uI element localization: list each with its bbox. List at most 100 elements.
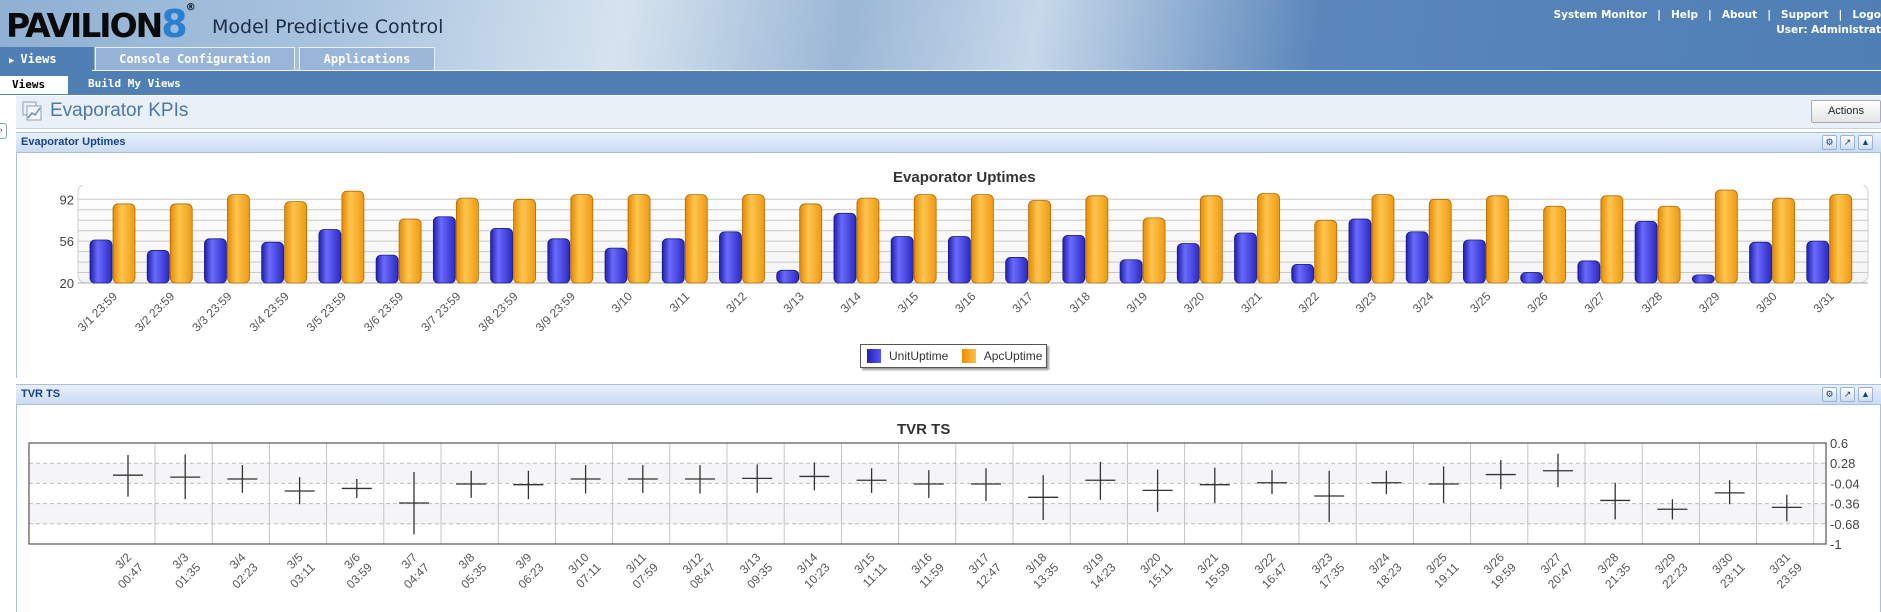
x-tick-label: 3/9 23:59 [533,289,579,335]
x-tick-label: 3/22 [1295,289,1322,316]
link-support[interactable]: Support [1781,9,1828,21]
subnav-build-my-views[interactable]: Build My Views [88,75,181,93]
actions-button[interactable]: Actions [1811,100,1881,123]
panel-header-tvr-ts: TVR TS ⚙ ↗ ▲ [16,384,1881,405]
link-help[interactable]: Help [1671,9,1698,21]
separator: | [1707,9,1712,21]
subnav-views[interactable]: Views [0,76,68,94]
bar-unituptime [719,231,742,284]
x-tick-label: 3/31 [1810,289,1837,316]
x-tick-label: 3/23 [1353,289,1380,316]
bar-apcuptime [1772,197,1795,284]
popout-icon[interactable]: ↗ [1840,387,1855,402]
bar-unituptime [1691,274,1715,284]
bar-unituptime [318,229,342,284]
bar-apcuptime [1829,194,1853,284]
bar-unituptime [833,212,857,284]
bar-unituptime [1749,241,1772,284]
sidebar-toggle[interactable]: › [0,123,7,139]
bar-unituptime [1176,243,1200,284]
x-tick-label: 3/4 23:59 [247,289,293,335]
chart-icon [22,101,42,121]
uptimes-chart: 20 56 92 3/1 23:59 3/2 23:59 3/3 23:59 3/4 23:… [60,185,1869,335]
link-logout[interactable]: Logo [1852,9,1881,21]
tab-applications[interactable]: Applications [299,47,435,71]
y-tick-label: -0.36 [1830,497,1860,512]
logo-text: PAVILION [6,6,163,45]
x-tick-label: 3/27 [1582,289,1609,316]
bar-apcuptime [1142,217,1166,284]
bar-unituptime [1291,264,1315,284]
user-label: User: Administrat [1776,24,1881,36]
x-tick-label: 3/8 23:59 [475,289,521,335]
y-tick-label: 92 [60,192,74,207]
bar-apcuptime [112,203,136,284]
bar-unituptime [146,250,170,284]
x-tick-label: 3/18 [1067,289,1094,316]
bar-unituptime [1119,259,1143,284]
bar-unituptime [547,238,571,284]
popout-icon[interactable]: ↗ [1840,135,1855,150]
tab-label: Views [20,52,57,66]
x-tick-label: 3/13 [780,289,807,316]
x-tick-label: 3/24 [1410,289,1437,316]
bar-unituptime [1062,234,1086,284]
tab-console-configuration[interactable]: Console Configuration [95,47,295,71]
bar-unituptime [890,236,914,284]
bar-apcuptime [1543,205,1567,284]
y-tick-label: 20 [60,276,74,291]
bar-apcuptime [742,194,765,284]
bar-unituptime [1463,239,1486,284]
collapse-icon[interactable]: ▲ [1858,387,1873,402]
top-links: System Monitor | Help | About | Support | Logo [1554,9,1881,21]
x-tick-label: 3/3 23:59 [189,289,235,335]
bar-apcuptime [341,190,365,284]
bar-unituptime [604,247,628,284]
x-tick-label: 3/21 [1238,289,1265,316]
bar-unituptime [947,236,971,284]
logo-number: 8 [161,2,187,46]
bar-unituptime [661,238,685,284]
x-tick-label: 3/5 23:59 [304,289,350,335]
chart-title-uptimes: Evaporator Uptimes [893,169,1036,186]
tab-views[interactable]: ▶ Views [0,47,94,71]
y-tick-label: -1 [1830,537,1842,552]
bar-apcuptime [1085,195,1109,284]
bar-apcuptime [284,201,308,284]
bar-apcuptime [169,203,193,284]
bar-unituptime [490,227,513,284]
gear-icon[interactable]: ⚙ [1822,387,1837,402]
bar-unituptime [432,216,456,284]
collapse-icon[interactable]: ▲ [1858,135,1873,150]
x-tick-label: 3/12 [723,289,750,316]
y-tick-label: -0.68 [1830,517,1860,532]
bar-apcuptime [799,203,823,284]
link-system-monitor[interactable]: System Monitor [1554,9,1648,21]
gear-icon[interactable]: ⚙ [1822,135,1837,150]
x-tick-label: 3/11 [667,289,693,315]
logo-registered: ® [185,2,196,13]
page-title: Evaporator KPIs [50,100,189,121]
bar-unituptime [1634,220,1658,284]
separator: | [1657,9,1661,21]
bar-apcuptime [970,194,994,284]
bar-unituptime [1348,218,1372,284]
triangle-right-icon: ▶ [9,56,15,66]
bar-apcuptime [570,194,594,284]
x-tick-label: 3/20 [1181,289,1208,316]
grid-band [29,463,1826,484]
x-tick-label: 3/25 [1467,289,1494,316]
bar-apcuptime [227,194,250,284]
link-about[interactable]: About [1722,9,1757,21]
plot-background [29,443,1826,544]
bar-unituptime [1806,240,1830,284]
bar-unituptime [89,239,113,284]
x-tick-label: 3/17 [1009,289,1036,316]
bar-unituptime [204,238,227,284]
x-tick-label: 3/29 [1696,289,1723,316]
bar-apcuptime [398,218,422,284]
bar-apcuptime [627,194,651,284]
bar-unituptime [1577,260,1601,284]
x-tick-label: 3/1 23:59 [75,289,121,335]
unit-legend-swatch [867,348,881,363]
